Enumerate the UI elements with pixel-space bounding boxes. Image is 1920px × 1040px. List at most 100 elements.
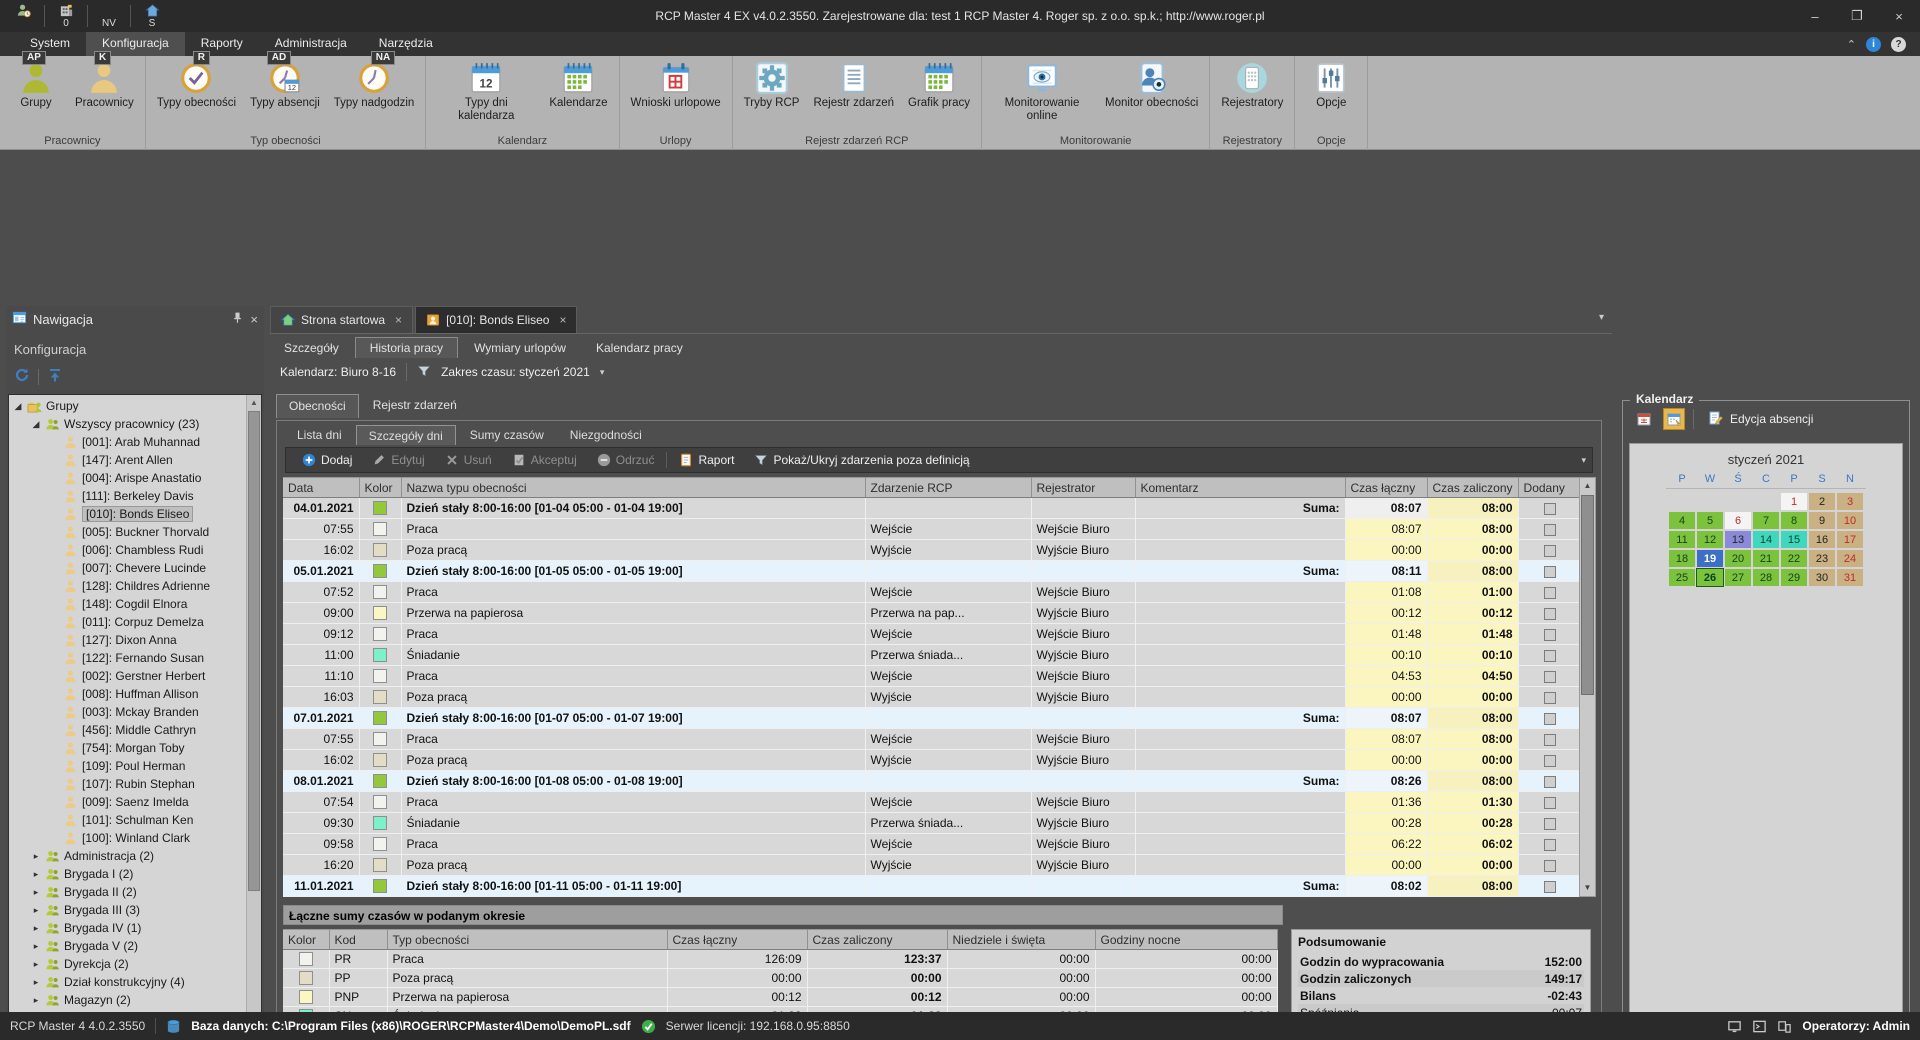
column-header[interactable]: Godziny nocne bbox=[1095, 930, 1277, 950]
ribbon-button-opcje[interactable]: Opcje bbox=[1299, 59, 1363, 134]
calendar-day[interactable]: 16 bbox=[1809, 531, 1835, 548]
ribbon-button-grafik-pracy[interactable]: Grafik pracy bbox=[901, 59, 977, 134]
tree-item[interactable]: [754]: Morgan Toby bbox=[9, 739, 245, 757]
quick-access-person-clock[interactable] bbox=[8, 3, 38, 18]
totals-row[interactable]: PNP Przerwa na papierosa 00:12 00:12 00:… bbox=[283, 988, 1277, 1007]
ribbon-tab-narzędzia[interactable]: Narzędzia NA bbox=[363, 32, 449, 56]
event-row[interactable]: 09:30 Śniadanie Przerwa śniada... Wyjści… bbox=[283, 813, 1582, 834]
scroll-down-icon[interactable]: ▼ bbox=[1580, 880, 1595, 896]
tab-lista-dni[interactable]: Lista dni bbox=[285, 425, 354, 445]
event-row[interactable]: 07:54 Praca Wejście Wejście Biuro 01:36 … bbox=[283, 792, 1582, 813]
day-summary-row[interactable]: 11.01.2021 Dzień stały 8:00-16:00 [01-11… bbox=[283, 876, 1582, 897]
collapse-all-icon[interactable] bbox=[47, 367, 63, 386]
calendar-day[interactable]: 10 bbox=[1837, 512, 1863, 529]
added-checkbox[interactable] bbox=[1544, 671, 1556, 683]
tab-close-icon[interactable]: × bbox=[395, 313, 402, 327]
tree-item[interactable]: [101]: Schulman Ken bbox=[9, 811, 245, 829]
column-header[interactable]: Czas zaliczony bbox=[1427, 478, 1518, 498]
tree-item[interactable]: [001]: Arab Muhannad bbox=[9, 433, 245, 451]
tab-obecności[interactable]: Obecności bbox=[276, 394, 359, 418]
column-header[interactable]: Komentarz bbox=[1135, 478, 1345, 498]
column-header[interactable]: Czas łączny bbox=[667, 930, 807, 950]
ribbon-button-kalendarze[interactable]: Kalendarze bbox=[542, 59, 614, 134]
added-checkbox[interactable] bbox=[1544, 524, 1556, 536]
added-checkbox[interactable] bbox=[1544, 713, 1556, 725]
tree-open-icon[interactable]: ◢ bbox=[31, 419, 41, 430]
tree-scrollbar-thumb[interactable] bbox=[248, 411, 260, 891]
totals-row[interactable]: PR Praca 126:09 123:37 00:00 00:00 bbox=[283, 950, 1277, 969]
tree-item[interactable]: [010]: Bonds Eliseo bbox=[9, 505, 245, 523]
event-row[interactable]: 16:02 Poza pracą Wyjście Wyjście Biuro 0… bbox=[283, 540, 1582, 561]
refresh-icon[interactable] bbox=[14, 367, 30, 386]
tree-closed-icon[interactable]: ▸ bbox=[31, 941, 41, 952]
tab-sumy-czasów[interactable]: Sumy czasów bbox=[458, 425, 556, 445]
tree-closed-icon[interactable]: ▸ bbox=[31, 887, 41, 898]
ribbon-button-rejestratory[interactable]: Rejestratory bbox=[1214, 59, 1290, 134]
calendar-day[interactable]: 5 bbox=[1697, 512, 1723, 529]
tree-item[interactable]: [122]: Fernando Susan bbox=[9, 649, 245, 667]
added-checkbox[interactable] bbox=[1544, 692, 1556, 704]
close-button[interactable]: × bbox=[1878, 0, 1920, 32]
toolbar-button-akceptuj[interactable]: Akceptuj bbox=[504, 451, 585, 469]
calendar-day[interactable]: 15 bbox=[1781, 531, 1807, 548]
calendar-day[interactable]: 2 bbox=[1809, 493, 1835, 510]
calendar-day[interactable]: 21 bbox=[1753, 550, 1779, 567]
tree-item[interactable]: [109]: Poul Herman bbox=[9, 757, 245, 775]
added-checkbox[interactable] bbox=[1544, 734, 1556, 746]
ribbon-tab-konfiguracja[interactable]: Konfiguracja K bbox=[86, 32, 185, 56]
table-scrollbar[interactable]: ▲ ▼ bbox=[1579, 477, 1596, 897]
event-row[interactable]: 07:52 Praca Wejście Wejście Biuro 01:08 … bbox=[283, 582, 1582, 603]
calendar-day[interactable]: 3 bbox=[1837, 493, 1863, 510]
info-icon[interactable]: i bbox=[1866, 37, 1881, 52]
calendar-day[interactable]: 20 bbox=[1725, 550, 1751, 567]
toolbar-dropdown-icon[interactable]: ▾ bbox=[1581, 455, 1586, 466]
event-row[interactable]: 16:20 Poza pracą Wyjście Wyjście Biuro 0… bbox=[283, 855, 1582, 876]
column-header[interactable]: Dodany bbox=[1518, 478, 1582, 498]
tree-item[interactable]: ◢ Wszyscy pracownicy (23) bbox=[9, 415, 245, 433]
tree-item[interactable]: ▸ Brygada I (2) bbox=[9, 865, 245, 883]
calendar-day[interactable]: 29 bbox=[1781, 569, 1807, 586]
calendar-day[interactable]: 27 bbox=[1725, 569, 1751, 586]
calendar-day[interactable]: 19 bbox=[1697, 550, 1723, 567]
calendar-day[interactable]: 23 bbox=[1809, 550, 1835, 567]
event-row[interactable]: 07:55 Praca Wejście Wejście Biuro 08:07 … bbox=[283, 519, 1582, 540]
tree-closed-icon[interactable]: ▸ bbox=[31, 851, 41, 862]
help-icon[interactable]: ? bbox=[1891, 37, 1906, 52]
added-checkbox[interactable] bbox=[1544, 860, 1556, 872]
calendar-day[interactable]: 14 bbox=[1753, 531, 1779, 548]
ribbon-button-monitor-obecno-ci[interactable]: Monitor obecności bbox=[1098, 59, 1205, 134]
absence-calendar-icon[interactable] bbox=[1663, 408, 1685, 430]
tab-rejestr-zdarzeń[interactable]: Rejestr zdarzeń bbox=[361, 394, 469, 418]
event-row[interactable]: 11:10 Praca Wejście Wejście Biuro 04:53 … bbox=[283, 666, 1582, 687]
tree-closed-icon[interactable]: ▸ bbox=[31, 959, 41, 970]
panel-close-icon[interactable]: × bbox=[250, 312, 258, 327]
ribbon-button-monitorowanie-online[interactable]: Monitorowanie online bbox=[986, 59, 1098, 134]
toolbar-button-dodaj[interactable]: Dodaj bbox=[294, 451, 360, 469]
toolbar-button-raport[interactable]: Raport bbox=[671, 451, 742, 469]
tree-item[interactable]: ◢ Grupy bbox=[9, 397, 245, 415]
ribbon-tab-system[interactable]: System AP bbox=[14, 32, 86, 56]
doc-tab-inactive[interactable]: Strona startowa × bbox=[270, 306, 413, 333]
column-header[interactable]: Kolor bbox=[283, 930, 329, 950]
ribbon-button-tryby-rcp[interactable]: Tryby RCP bbox=[737, 59, 807, 134]
maximize-button[interactable]: ❐ bbox=[1836, 0, 1878, 32]
added-checkbox[interactable] bbox=[1544, 566, 1556, 578]
day-summary-row[interactable]: 04.01.2021 Dzień stały 8:00-16:00 [01-04… bbox=[283, 498, 1582, 519]
calendar-day[interactable]: 1 bbox=[1781, 493, 1807, 510]
tree-item[interactable]: [005]: Buckner Thorvald bbox=[9, 523, 245, 541]
tree-closed-icon[interactable]: ▸ bbox=[31, 977, 41, 988]
tree-item[interactable]: [107]: Rubin Stephan bbox=[9, 775, 245, 793]
calendar-day[interactable]: 18 bbox=[1669, 550, 1695, 567]
tree-item[interactable]: [011]: Corpuz Demelza bbox=[9, 613, 245, 631]
tree-open-icon[interactable]: ◢ bbox=[13, 401, 23, 412]
tree-closed-icon[interactable]: ▸ bbox=[31, 995, 41, 1006]
tree-item[interactable]: ▸ Dyrekcja (2) bbox=[9, 955, 245, 973]
tab-close-icon[interactable]: × bbox=[559, 313, 566, 327]
calendar-day[interactable]: 11 bbox=[1669, 531, 1695, 548]
ribbon-collapse-icon[interactable]: ⌃ bbox=[1847, 38, 1856, 51]
calendar-day[interactable]: 9 bbox=[1809, 512, 1835, 529]
tree-item[interactable]: [006]: Chambless Rudi bbox=[9, 541, 245, 559]
tree-item[interactable]: [111]: Berkeley Davis bbox=[9, 487, 245, 505]
column-header[interactable]: Kolor bbox=[359, 478, 401, 498]
ribbon-tab-administracja[interactable]: Administracja AD bbox=[259, 32, 363, 56]
